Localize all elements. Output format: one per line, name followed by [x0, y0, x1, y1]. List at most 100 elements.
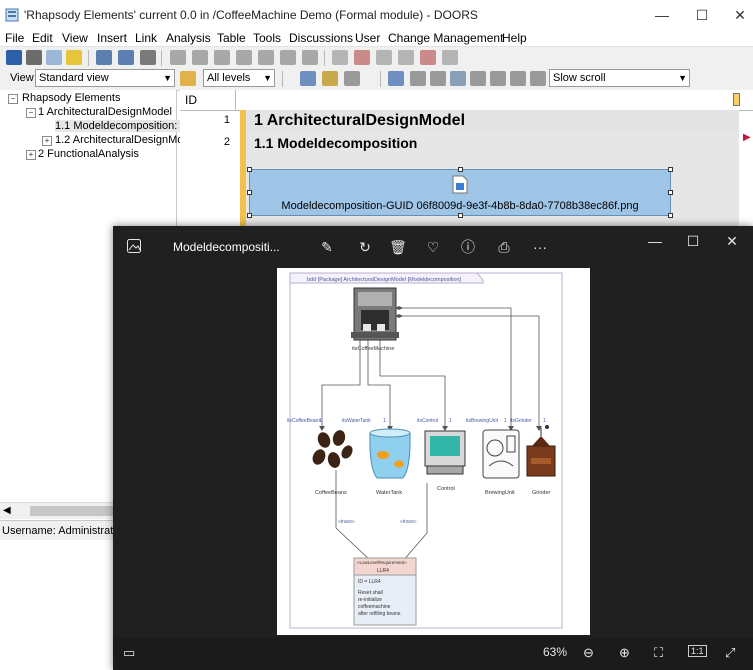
save-icon[interactable] [6, 50, 22, 65]
tree-item-architectural-design-model[interactable]: 1 ArchitecturalDesignModel [38, 106, 172, 118]
link-icon-1[interactable] [170, 50, 186, 65]
print-icon[interactable] [26, 50, 42, 65]
resize-handle[interactable] [668, 167, 673, 172]
insert-object-after-icon[interactable] [118, 50, 134, 65]
expand-icon[interactable]: + [26, 150, 36, 160]
filter-icon-1[interactable] [388, 71, 404, 86]
sort-icon[interactable] [530, 71, 546, 86]
full-screen-icon[interactable]: ⤢ [725, 645, 735, 661]
menu-edit[interactable]: Edit [32, 31, 53, 45]
edit-image-icon[interactable]: ✎ [318, 238, 336, 256]
more-options-icon[interactable]: ··· [531, 238, 549, 256]
filmstrip-icon[interactable]: ▭ [123, 645, 135, 661]
cut-icon[interactable] [344, 71, 360, 86]
demote-icon[interactable] [140, 50, 156, 65]
info-icon[interactable]: ⓘ [459, 238, 477, 256]
collapse-icon[interactable]: − [26, 108, 36, 118]
insert-object-below-icon[interactable] [96, 50, 112, 65]
requirement-text-line: Reset shall [358, 590, 383, 596]
menu-tools[interactable]: Tools [253, 31, 281, 45]
resize-handle[interactable] [458, 213, 463, 218]
actual-size-icon[interactable]: 1:1 [688, 645, 707, 657]
filter-icon-3[interactable] [430, 71, 446, 86]
document-view-icon[interactable] [322, 71, 338, 86]
link-icon-7[interactable] [302, 50, 318, 65]
menu-link[interactable]: Link [135, 31, 157, 45]
discussion-icon-2[interactable] [398, 50, 414, 65]
new-module-icon[interactable] [66, 50, 82, 65]
module-properties-icon[interactable] [46, 50, 62, 65]
levels-select[interactable]: All levels ▼ [203, 69, 275, 87]
link-icon-3[interactable] [214, 50, 230, 65]
tree-item-architectural-design-model-2[interactable]: 1.2 ArchitecturalDesignMode [55, 134, 196, 146]
change-icon-1[interactable] [420, 50, 436, 65]
view-select[interactable]: Standard view ▼ [35, 69, 175, 87]
minimize-icon[interactable]: — [646, 232, 664, 250]
tree-root[interactable]: Rhapsody Elements [22, 92, 120, 104]
column-divider[interactable] [235, 90, 236, 110]
embedded-picture-object[interactable]: Modeldecomposition-GUID 06f8009d-9e3f-4b… [247, 167, 673, 218]
print-icon[interactable]: ⎙ [495, 238, 513, 256]
delete-link-icon[interactable] [354, 50, 370, 65]
change-icon-2[interactable] [442, 50, 458, 65]
collapse-icon[interactable]: − [8, 94, 18, 104]
close-button[interactable]: ✕ [730, 6, 750, 24]
link-arrow-icon[interactable]: ▶ [743, 132, 751, 143]
link-icon-5[interactable] [258, 50, 274, 65]
resize-handle[interactable] [458, 167, 463, 172]
resize-handle[interactable] [247, 213, 252, 218]
minimize-button[interactable]: — [652, 6, 672, 24]
filter-icon-2[interactable] [410, 71, 426, 86]
discussion-icon-1[interactable] [376, 50, 392, 65]
tree-item-modeldecomposition[interactable]: 1.1 Modeldecomposition: [55, 120, 182, 132]
resize-handle[interactable] [247, 167, 252, 172]
scroll-select[interactable]: Slow scroll ▼ [549, 69, 690, 87]
menu-analysis[interactable]: Analysis [166, 31, 211, 45]
menu-file[interactable]: File [5, 31, 24, 45]
maximize-icon[interactable]: ☐ [684, 232, 702, 250]
zoom-in-icon[interactable]: ⊕ [619, 645, 630, 661]
resize-handle[interactable] [668, 190, 673, 195]
row-heading-1: 1 ArchitecturalDesignModel [254, 112, 466, 129]
maximize-button[interactable]: ☐ [692, 6, 712, 24]
menu-discussions[interactable]: Discussions [289, 31, 353, 45]
row-1[interactable]: 1 ArchitecturalDesignModel [246, 110, 739, 132]
delete-icon[interactable]: 🗑 [389, 238, 407, 256]
menu-view[interactable]: View [62, 31, 88, 45]
role-coffee-beans: itsCoffeeBeans [287, 418, 321, 424]
favorite-heart-icon[interactable]: ♡ [424, 238, 442, 256]
link-icon-4[interactable] [236, 50, 252, 65]
expand-icon[interactable]: + [42, 136, 52, 146]
resize-handle[interactable] [668, 213, 673, 218]
column-options-icon[interactable] [733, 93, 740, 106]
grid-header: ID [180, 90, 753, 111]
rotate-icon[interactable]: ↻ [356, 238, 374, 256]
filter-icon-6[interactable] [510, 71, 526, 86]
link-icon-6[interactable] [280, 50, 296, 65]
id-column-header[interactable]: ID [185, 93, 197, 107]
menu-change-management[interactable]: Change Management [388, 31, 503, 45]
scroll-left-icon[interactable]: ◀ [3, 505, 11, 516]
fit-to-window-icon[interactable]: ⛶ [654, 645, 663, 661]
edit-icon[interactable] [332, 50, 348, 65]
menu-table[interactable]: Table [217, 31, 246, 45]
filter-icon-5[interactable] [490, 71, 506, 86]
resize-handle[interactable] [247, 190, 252, 195]
funnel-icon[interactable] [470, 71, 486, 86]
menu-insert[interactable]: Insert [97, 31, 127, 45]
scroll-select-value: Slow scroll [553, 72, 606, 84]
show-hierarchy-icon[interactable] [300, 71, 316, 86]
close-icon[interactable]: ✕ [723, 232, 741, 250]
filter-icon-4[interactable] [450, 71, 466, 86]
doors-app-icon [5, 8, 19, 22]
levels-select-value: All levels [207, 72, 251, 84]
row-id-1: 1 [223, 114, 230, 126]
zoom-out-icon[interactable]: ⊖ [583, 645, 594, 661]
image-canvas[interactable]: bdd [Package] ArchitecturalDesignModel [… [277, 268, 590, 635]
menu-user[interactable]: User [355, 31, 380, 45]
control-computer-image [424, 430, 466, 475]
link-icon-2[interactable] [192, 50, 208, 65]
tree-item-functional-analysis[interactable]: 2 FunctionalAnalysis [38, 148, 139, 160]
open-view-icon[interactable] [180, 71, 196, 86]
menu-help[interactable]: Help [502, 31, 527, 45]
